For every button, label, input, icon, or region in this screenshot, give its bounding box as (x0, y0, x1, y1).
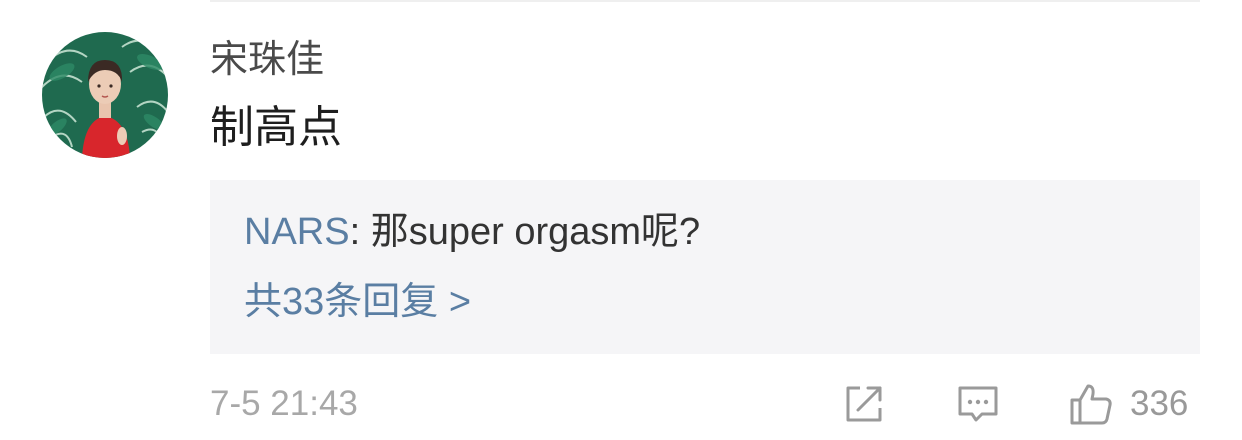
thumbs-up-icon (1070, 384, 1112, 425)
reply-author[interactable]: NARS (244, 211, 350, 253)
reply-button[interactable] (956, 380, 1000, 428)
comment-text: 制高点 (210, 103, 342, 152)
reply-text: 那super orgasm呢? (370, 211, 701, 253)
share-icon (846, 386, 882, 422)
avatar[interactable] (42, 32, 168, 158)
share-button[interactable] (842, 380, 886, 428)
comment-username[interactable]: 宋珠佳 (210, 36, 324, 84)
view-all-replies-link[interactable]: 共33条回复 > (244, 278, 471, 326)
like-count: 336 (1130, 384, 1189, 423)
top-divider (210, 0, 1200, 2)
comment-timestamp: 7-5 21:43 (210, 384, 358, 423)
like-button[interactable]: 336 (1068, 380, 1188, 428)
reply-separator: : (349, 211, 371, 253)
avatar-image (42, 32, 168, 158)
comment-icon (958, 386, 998, 422)
reply-preview-line: NARS: 那super orgasm呢? (244, 208, 700, 256)
reply-preview-box[interactable]: NARS: 那super orgasm呢? 共33条回复 > (210, 180, 1200, 354)
